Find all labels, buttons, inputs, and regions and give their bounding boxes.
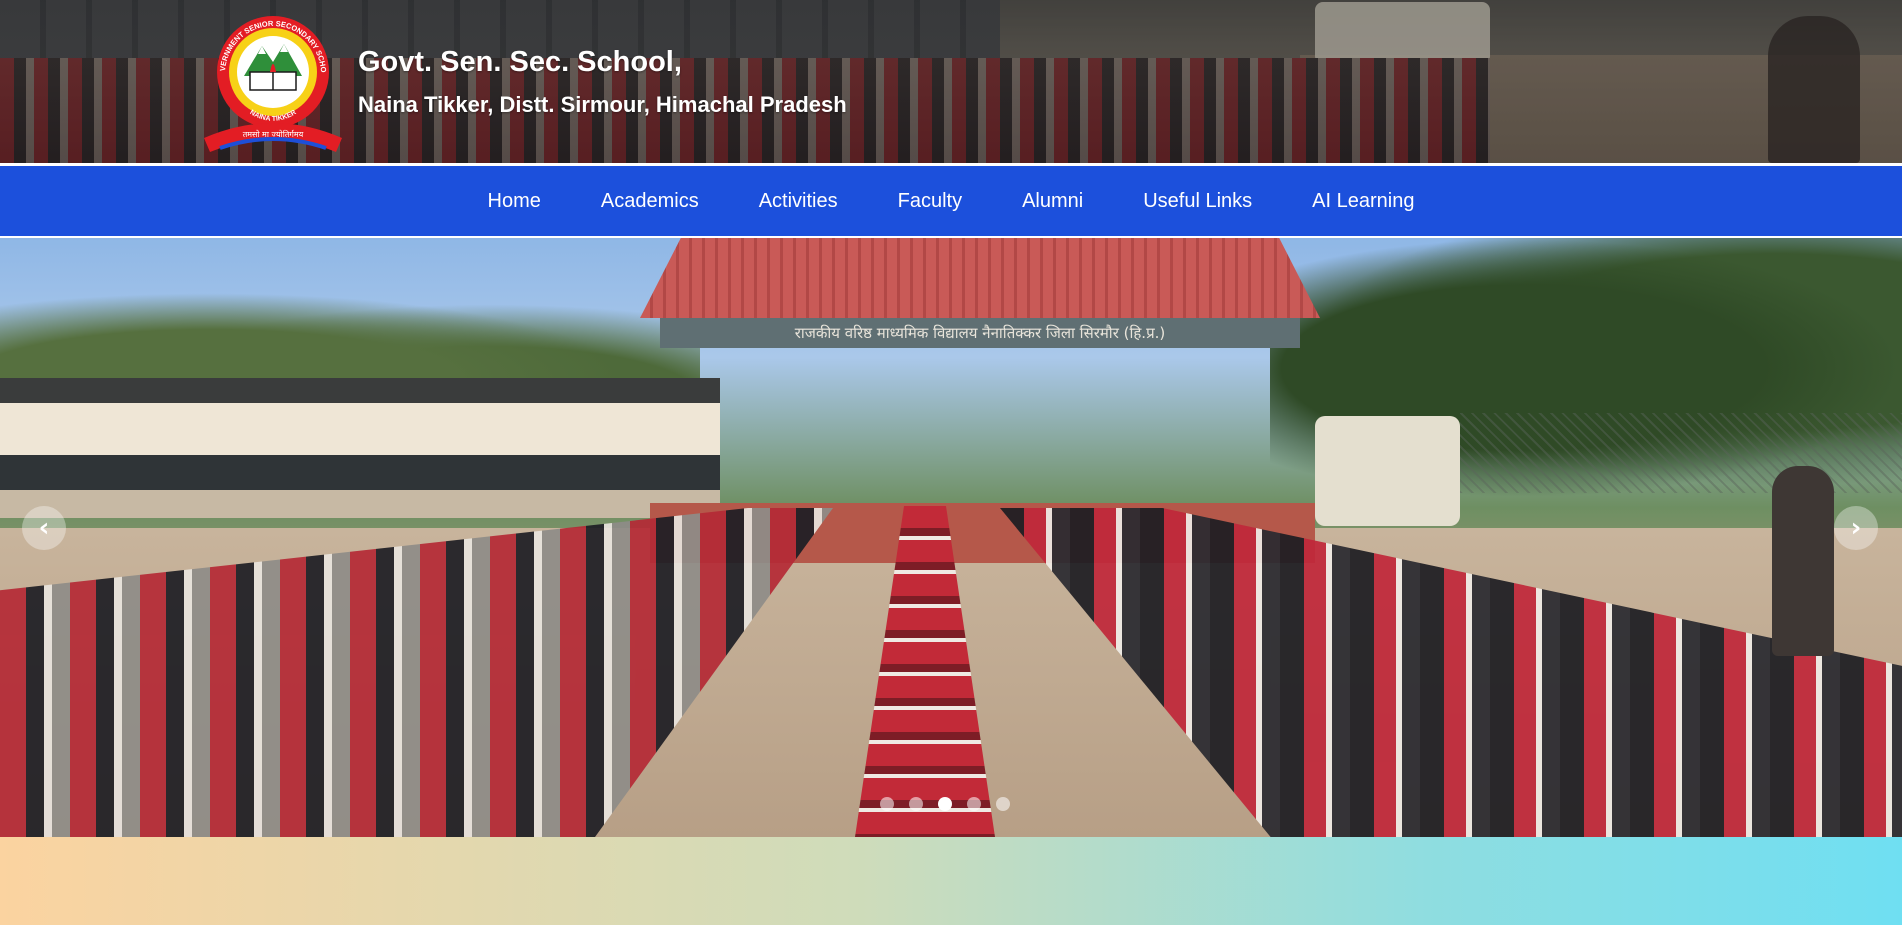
stage-banner-text: राजकीय वरिष्ठ माध्यमिक विद्यालय नैनातिक्… (794, 324, 1166, 342)
header-banner: GOVERNMENT SENIOR SECONDARY SCHOOL NAINA… (0, 0, 1902, 163)
slider-dot-2[interactable] (909, 797, 923, 811)
nav-list: Home Academics Activities Faculty Alumni… (0, 166, 1902, 236)
slide-bg-fence (1460, 413, 1902, 493)
slider-dot-5[interactable] (996, 797, 1010, 811)
nav-item-alumni[interactable]: Alumni (992, 190, 1113, 213)
slide-bg-stage-roof (640, 238, 1320, 318)
nav-item-academics[interactable]: Academics (571, 190, 729, 213)
nav-item-faculty[interactable]: Faculty (868, 190, 992, 213)
content-section-background (0, 837, 1902, 925)
school-logo[interactable]: GOVERNMENT SENIOR SECONDARY SCHOOL NAINA… (200, 10, 346, 156)
school-title[interactable]: Govt. Sen. Sec. School, (358, 46, 682, 79)
slide-bg-school-building (0, 378, 720, 518)
school-subtitle: Naina Tikker, Distt. Sirmour, Himachal P… (358, 92, 847, 117)
nav-item-activities[interactable]: Activities (729, 190, 868, 213)
main-navigation: Home Academics Activities Faculty Alumni… (0, 166, 1902, 236)
nav-item-ai-learning[interactable]: AI Learning (1282, 190, 1444, 213)
hero-slider: राजकीय वरिष्ठ माध्यमिक विद्यालय नैनातिक्… (0, 238, 1902, 837)
slider-dot-1[interactable] (880, 797, 894, 811)
slider-prev-button[interactable]: ‹ (22, 506, 66, 550)
chevron-left-icon: ‹ (38, 513, 50, 543)
slide-person-walking (1772, 466, 1834, 656)
chevron-right-icon: › (1850, 513, 1862, 543)
slide-stage-banner: राजकीय वरिष्ठ माध्यमिक विद्यालय नैनातिक्… (660, 318, 1300, 348)
nav-item-home[interactable]: Home (458, 190, 571, 213)
slide-bg-jeep (1315, 416, 1460, 526)
slider-dot-3[interactable] (938, 797, 952, 811)
slider-dot-4[interactable] (967, 797, 981, 811)
nav-item-useful-links[interactable]: Useful Links (1113, 190, 1282, 213)
slider-indicators (880, 797, 1010, 811)
logo-motto: तमसो मा ज्योतिर्गमय (243, 129, 304, 139)
slider-next-button[interactable]: › (1834, 506, 1878, 550)
